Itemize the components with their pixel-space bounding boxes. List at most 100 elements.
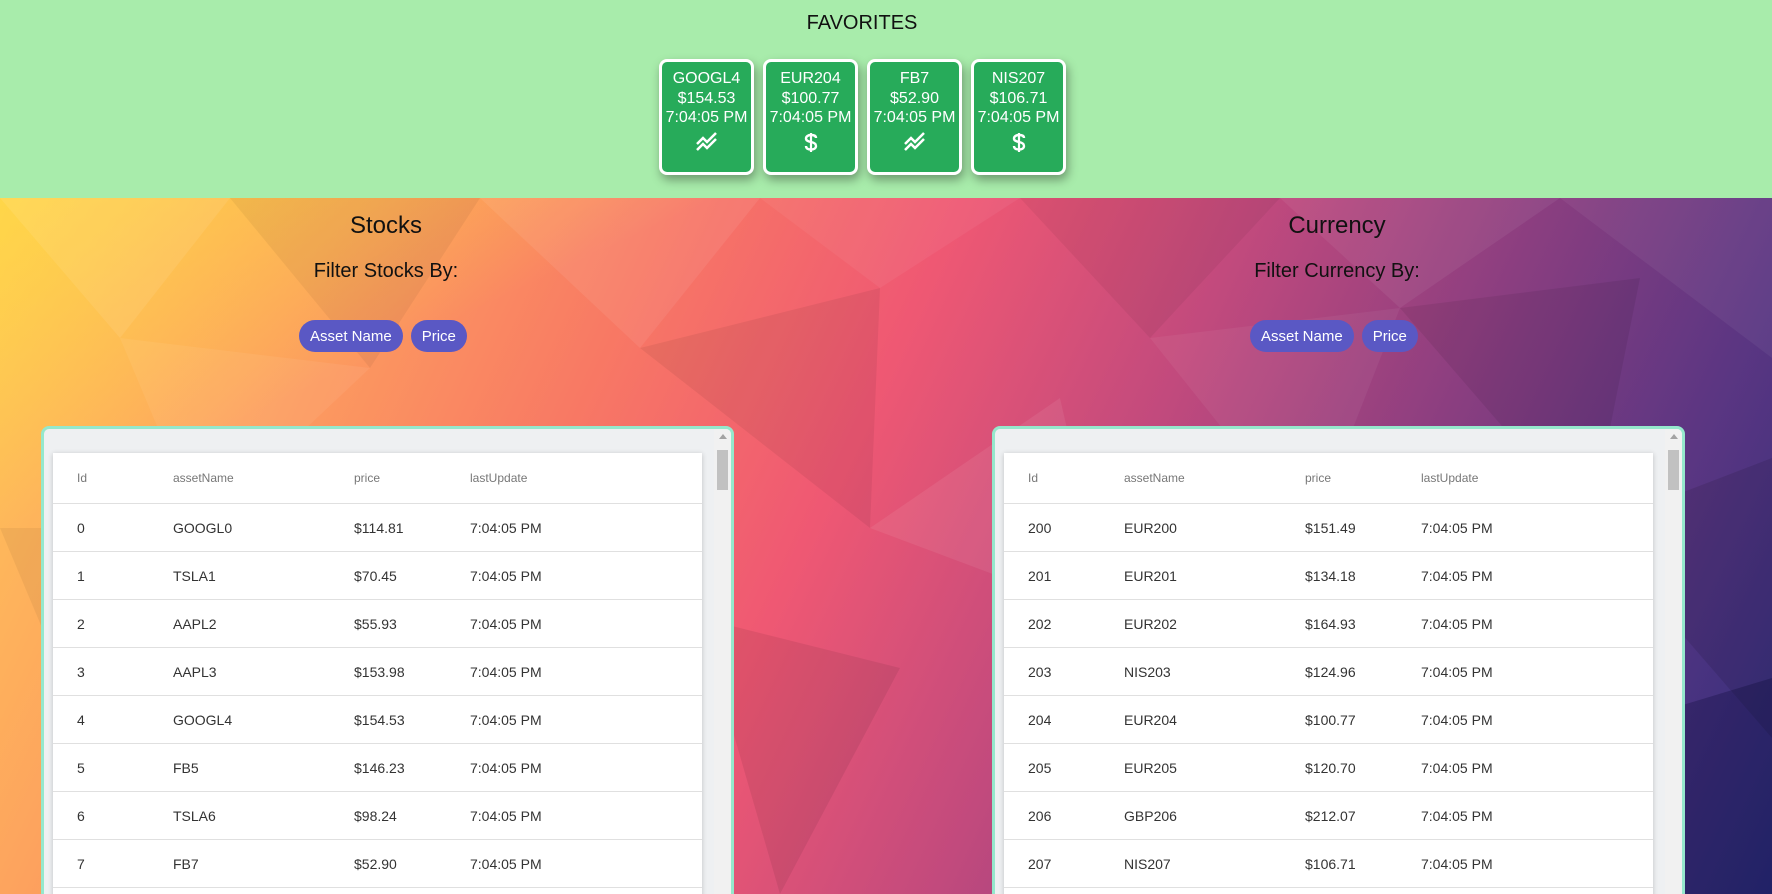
table-row[interactable]: 2 AAPL2 $55.93 7:04:05 PM xyxy=(53,600,702,648)
favorite-card-googl4[interactable]: GOOGL4 $154.53 7:04:05 PM xyxy=(659,59,754,175)
table-row[interactable]: 200 EUR200 $151.49 7:04:05 PM xyxy=(1004,504,1653,552)
cell-price: $154.53 xyxy=(354,711,405,728)
cell-id: 6 xyxy=(77,807,85,824)
favorites-list: GOOGL4 $154.53 7:04:05 PM EUR204 $100.77… xyxy=(659,59,1066,175)
table-row[interactable]: 201 EUR201 $134.18 7:04:05 PM xyxy=(1004,552,1653,600)
cell-id: 7 xyxy=(77,855,85,872)
table-header: Id assetName price lastUpdate xyxy=(1004,453,1653,504)
stocks-filter-asset-name-chip[interactable]: Asset Name xyxy=(299,320,403,352)
cell-last-update: 7:04:05 PM xyxy=(470,519,542,536)
table-row[interactable]: 1 TSLA1 $70.45 7:04:05 PM xyxy=(53,552,702,600)
stocks-title: Stocks xyxy=(349,212,423,239)
cell-asset-name: AAPL2 xyxy=(173,615,217,632)
cell-last-update: 7:04:05 PM xyxy=(1421,807,1493,824)
currency-filter-chips: Asset Name Price xyxy=(1250,320,1418,352)
cell-price: $52.90 xyxy=(354,855,397,872)
column-header-price[interactable]: price xyxy=(1305,471,1331,485)
cell-asset-name: AAPL3 xyxy=(173,663,217,680)
scroll-up-arrow-icon[interactable] xyxy=(719,434,727,439)
cell-last-update: 7:04:05 PM xyxy=(470,711,542,728)
cell-asset-name: TSLA1 xyxy=(173,567,216,584)
currency-filter-label: Filter Currency By: xyxy=(1254,260,1420,282)
stocks-scrollbar[interactable] xyxy=(714,429,731,894)
cell-last-update: 7:04:05 PM xyxy=(1421,759,1493,776)
stock-trend-icon xyxy=(903,131,925,151)
scrollbar-thumb[interactable] xyxy=(1668,450,1679,490)
cell-price: $70.45 xyxy=(354,567,397,584)
cell-price: $55.93 xyxy=(354,615,397,632)
main-area: Stocks Filter Stocks By: Asset Name Pric… xyxy=(0,198,1772,894)
cell-id: 205 xyxy=(1028,759,1052,776)
favorite-time: 7:04:05 PM xyxy=(873,109,956,126)
cell-id: 204 xyxy=(1028,711,1052,728)
table-row[interactable]: 203 NIS203 $124.96 7:04:05 PM xyxy=(1004,648,1653,696)
cell-asset-name: GOOGL4 xyxy=(173,711,233,728)
cell-id: 2 xyxy=(77,615,85,632)
table-row[interactable]: 3 AAPL3 $153.98 7:04:05 PM xyxy=(53,648,702,696)
favorites-title: FAVORITES xyxy=(806,12,918,34)
dollar-icon xyxy=(804,132,817,152)
cell-last-update: 7:04:05 PM xyxy=(470,615,542,632)
cell-last-update: 7:04:05 PM xyxy=(470,807,542,824)
cell-asset-name: NIS203 xyxy=(1124,663,1171,680)
currency-title: Currency xyxy=(1288,212,1386,239)
cell-price: $124.96 xyxy=(1305,663,1356,680)
favorite-card-fb7[interactable]: FB7 $52.90 7:04:05 PM xyxy=(867,59,962,175)
table-row[interactable]: 6 TSLA6 $98.24 7:04:05 PM xyxy=(53,792,702,840)
cell-price: $98.24 xyxy=(354,807,397,824)
column-header-lastupdate[interactable]: lastUpdate xyxy=(1421,471,1478,485)
table-row[interactable]: 5 FB5 $146.23 7:04:05 PM xyxy=(53,744,702,792)
table-row[interactable]: 7 FB7 $52.90 7:04:05 PM xyxy=(53,840,702,888)
cell-last-update: 7:04:05 PM xyxy=(1421,663,1493,680)
currency-filter-price-chip[interactable]: Price xyxy=(1361,320,1418,352)
stock-trend-icon xyxy=(695,131,717,151)
cell-price: $100.77 xyxy=(1305,711,1356,728)
cell-last-update: 7:04:05 PM xyxy=(1421,567,1493,584)
column-header-assetname[interactable]: assetName xyxy=(173,471,234,485)
cell-id: 5 xyxy=(77,759,85,776)
favorite-name: GOOGL4 xyxy=(672,70,741,87)
cell-last-update: 7:04:05 PM xyxy=(470,759,542,776)
cell-asset-name: EUR201 xyxy=(1124,567,1177,584)
stocks-filter-price-chip[interactable]: Price xyxy=(410,320,467,352)
currency-filter-asset-name-chip[interactable]: Asset Name xyxy=(1250,320,1354,352)
column-header-assetname[interactable]: assetName xyxy=(1124,471,1185,485)
favorite-card-eur204[interactable]: EUR204 $100.77 7:04:05 PM xyxy=(763,59,858,175)
scrollbar-thumb[interactable] xyxy=(717,450,728,490)
column-header-lastupdate[interactable]: lastUpdate xyxy=(470,471,527,485)
table-row[interactable]: 4 GOOGL4 $154.53 7:04:05 PM xyxy=(53,696,702,744)
cell-asset-name: EUR204 xyxy=(1124,711,1177,728)
favorite-time: 7:04:05 PM xyxy=(665,109,748,126)
favorite-name: EUR204 xyxy=(780,70,841,87)
table-row[interactable]: 207 NIS207 $106.71 7:04:05 PM xyxy=(1004,840,1653,888)
stocks-table: Id assetName price lastUpdate 0 GOOGL0 $11… xyxy=(53,453,702,894)
currency-scrollbar[interactable] xyxy=(1665,429,1682,894)
cell-price: $164.93 xyxy=(1305,615,1356,632)
table-row[interactable]: 206 GBP206 $212.07 7:04:05 PM xyxy=(1004,792,1653,840)
cell-asset-name: GOOGL0 xyxy=(173,519,233,536)
favorite-card-nis207[interactable]: NIS207 $106.71 7:04:05 PM xyxy=(971,59,1066,175)
favorite-name: NIS207 xyxy=(991,70,1046,87)
table-row[interactable]: 204 EUR204 $100.77 7:04:05 PM xyxy=(1004,696,1653,744)
cell-id: 3 xyxy=(77,663,85,680)
cell-id: 203 xyxy=(1028,663,1052,680)
column-header-id[interactable]: Id xyxy=(77,471,87,485)
favorite-price: $106.71 xyxy=(989,89,1048,107)
cell-last-update: 7:04:05 PM xyxy=(1421,519,1493,536)
cell-asset-name: EUR200 xyxy=(1124,519,1177,536)
stocks-filter-chips: Asset Name Price xyxy=(299,320,467,352)
table-row[interactable]: 205 EUR205 $120.70 7:04:05 PM xyxy=(1004,744,1653,792)
favorite-name: FB7 xyxy=(899,70,930,87)
table-row[interactable]: 0 GOOGL0 $114.81 7:04:05 PM xyxy=(53,504,702,552)
cell-id: 207 xyxy=(1028,855,1052,872)
column-header-id[interactable]: Id xyxy=(1028,471,1038,485)
cell-asset-name: GBP206 xyxy=(1124,807,1177,824)
column-header-price[interactable]: price xyxy=(354,471,380,485)
cell-price: $146.23 xyxy=(354,759,405,776)
table-row[interactable]: 202 EUR202 $164.93 7:04:05 PM xyxy=(1004,600,1653,648)
scroll-up-arrow-icon[interactable] xyxy=(1670,434,1678,439)
cell-asset-name: EUR205 xyxy=(1124,759,1177,776)
cell-price: $106.71 xyxy=(1305,855,1356,872)
stocks-filter-label: Filter Stocks By: xyxy=(313,260,459,282)
currency-table: Id assetName price lastUpdate 200 EUR200 $… xyxy=(1004,453,1653,894)
